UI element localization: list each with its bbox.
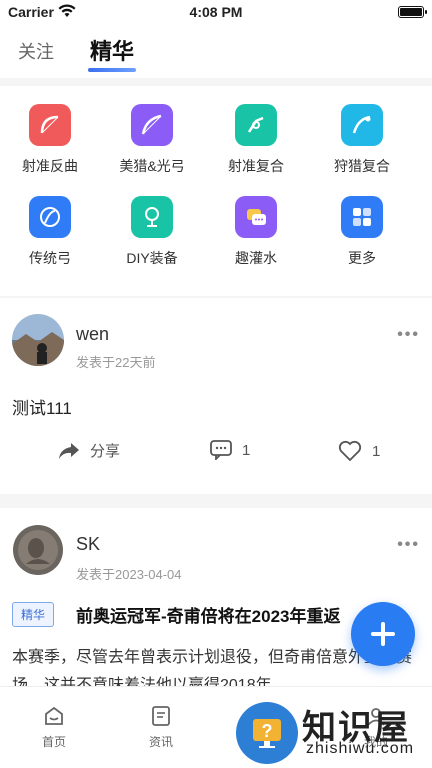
- category-traditional[interactable]: 传统弓: [0, 196, 100, 268]
- category-recurve[interactable]: 射准反曲: [0, 104, 100, 176]
- category-grid: 射准反曲 美猎&光弓 射准复合 狩猎复合 传统弓 DIY装备 趣灌水 更多: [0, 86, 432, 296]
- category-label: 传统弓: [29, 250, 71, 266]
- chat-bubble-icon: [235, 196, 277, 238]
- category-hunting[interactable]: 狩猎复合: [312, 104, 412, 176]
- comment-count: 1: [242, 441, 251, 459]
- battery-icon: [398, 6, 427, 18]
- category-label: DIY装备: [126, 250, 178, 266]
- recurve-bow-icon: [29, 104, 71, 146]
- post-author[interactable]: SK: [76, 534, 100, 555]
- category-label: 狩猎复合: [334, 158, 390, 174]
- post-author[interactable]: wen: [76, 324, 109, 345]
- category-chat[interactable]: 趣灌水: [206, 196, 306, 268]
- tab-follow[interactable]: 关注: [18, 38, 54, 64]
- category-diy[interactable]: DIY装备: [102, 196, 202, 268]
- category-label: 射准复合: [228, 158, 284, 174]
- more-options-icon[interactable]: •••: [397, 326, 420, 344]
- hunting-bow-icon: [341, 104, 383, 146]
- compound-bow-icon: [235, 104, 277, 146]
- category-label: 趣灌水: [235, 250, 277, 266]
- post-title[interactable]: 前奥运冠军-奇甫倍将在2023年重返: [76, 602, 340, 627]
- clock: 4:08 PM: [189, 4, 243, 20]
- share-icon: [59, 442, 79, 459]
- category-more[interactable]: 更多: [312, 196, 412, 268]
- featured-tag: 精华: [12, 602, 55, 627]
- create-post-button[interactable]: [351, 602, 415, 666]
- category-label: 美猎&光弓: [119, 158, 185, 174]
- svg-text:?: ?: [262, 721, 273, 741]
- post-time: 发表于2023-04-04: [76, 567, 182, 582]
- active-tab-indicator: [88, 68, 136, 72]
- post-time: 发表于22天前: [76, 355, 156, 370]
- nav-label: 资讯: [148, 735, 173, 749]
- post-card[interactable]: wen 发表于22天前 ••• 测试111 分享 1 1: [0, 298, 432, 494]
- comment-icon: [210, 440, 232, 460]
- more-grid-icon: [341, 196, 383, 238]
- comment-button[interactable]: 1: [210, 440, 250, 460]
- post-actions: 分享 1 1: [0, 440, 432, 470]
- category-label: 更多: [348, 250, 376, 266]
- share-label: 分享: [90, 443, 121, 460]
- watermark-domain: zhishiwu.com: [306, 740, 415, 757]
- news-icon: [152, 706, 170, 726]
- top-tab-bar: 关注 精华: [0, 24, 432, 78]
- status-bar: Carrier 4:08 PM: [0, 0, 432, 24]
- category-compound[interactable]: 射准复合: [206, 104, 306, 176]
- nav-label: 首页: [41, 735, 66, 749]
- home-icon: [45, 706, 63, 725]
- post-text: 测试111: [12, 399, 72, 418]
- diy-gear-icon: [131, 196, 173, 238]
- watermark-logo-icon: ?: [236, 702, 298, 764]
- heart-icon: [338, 440, 362, 462]
- like-count: 1: [372, 442, 381, 460]
- traditional-bow-icon: [29, 196, 71, 238]
- category-longbow[interactable]: 美猎&光弓: [102, 104, 202, 176]
- more-options-icon[interactable]: •••: [397, 536, 420, 554]
- like-button[interactable]: 1: [338, 440, 380, 462]
- tab-featured[interactable]: 精华: [90, 34, 134, 66]
- longbow-icon: [131, 104, 173, 146]
- avatar[interactable]: [12, 524, 64, 576]
- app-screen: Carrier 4:08 PM 关注 精华 射准反曲 美猎&光弓 射准复合 狩猎…: [0, 0, 432, 768]
- category-label: 射准反曲: [22, 158, 78, 174]
- plus-icon: [371, 622, 395, 646]
- nav-home[interactable]: 首页: [24, 705, 84, 750]
- nav-news[interactable]: 资讯: [131, 705, 191, 750]
- share-button[interactable]: 分享: [58, 440, 120, 461]
- avatar[interactable]: [12, 314, 64, 366]
